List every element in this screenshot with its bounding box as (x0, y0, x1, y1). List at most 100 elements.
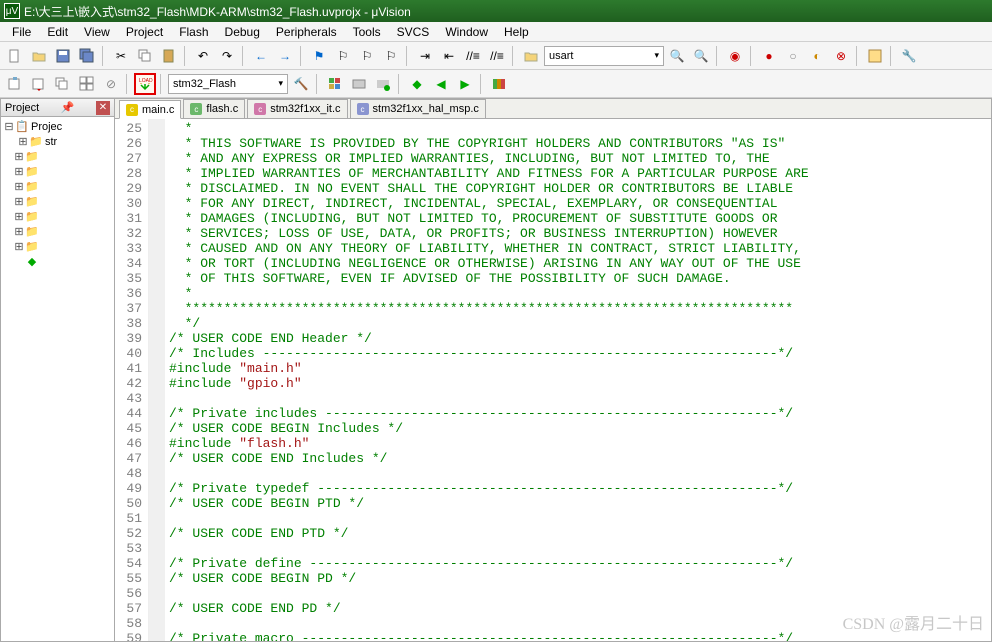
folder-icon: 📁 (29, 136, 43, 148)
books-icon[interactable] (488, 73, 510, 95)
menu-project[interactable]: Project (118, 23, 171, 41)
tree-node[interactable]: ⊞📁 (3, 164, 112, 179)
separator (316, 74, 320, 94)
redo-icon[interactable]: ↷ (216, 45, 238, 67)
save-all-icon[interactable] (76, 45, 98, 67)
project-tree[interactable]: ⊟📋Projec ⊞📁str⊞📁⊞📁⊞📁⊞📁⊞📁⊞📁⊞📁◆ (1, 117, 114, 270)
menu-flash[interactable]: Flash (171, 23, 216, 41)
project-panel: Project 📌 ✕ ⊟📋Projec ⊞📁str⊞📁⊞📁⊞📁⊞📁⊞📁⊞📁⊞📁… (0, 98, 115, 642)
folder-icon: 📁 (25, 211, 39, 223)
menu-tools[interactable]: Tools (345, 23, 389, 41)
download-load-icon[interactable]: LOAD (134, 73, 156, 95)
outdent-icon[interactable]: ⇤ (438, 45, 460, 67)
separator (160, 74, 164, 94)
open-file-icon[interactable] (28, 45, 50, 67)
menu-debug[interactable]: Debug (217, 23, 268, 41)
tree-node[interactable]: ⊞📁str (3, 134, 112, 149)
file-icon: c (190, 103, 202, 115)
breakpoint-disable-icon[interactable]: ◐ (806, 45, 828, 67)
batch-build-icon[interactable] (76, 73, 98, 95)
main-area: Project 📌 ✕ ⊟📋Projec ⊞📁str⊞📁⊞📁⊞📁⊞📁⊞📁⊞📁⊞📁… (0, 98, 992, 642)
tree-node[interactable]: ◆ (3, 254, 112, 268)
breakpoint-enable-icon[interactable]: ○ (782, 45, 804, 67)
separator (512, 46, 516, 66)
options-target-icon[interactable]: 🔨 (290, 73, 312, 95)
uncomment-icon[interactable]: //≡ (486, 45, 508, 67)
nav-back-icon[interactable]: ← (250, 45, 272, 67)
search-combo[interactable]: usart▾ (544, 46, 664, 66)
bookmark-next-icon[interactable]: ⚐ (356, 45, 378, 67)
debug-icon[interactable]: ◉ (724, 45, 746, 67)
copy-icon[interactable] (134, 45, 156, 67)
menu-window[interactable]: Window (437, 23, 496, 41)
nav-forward-icon[interactable]: → (274, 45, 296, 67)
bookmark-toggle-icon[interactable]: ⚑ (308, 45, 330, 67)
window-layout-icon[interactable] (864, 45, 886, 67)
cut-icon[interactable]: ✂ (110, 45, 132, 67)
configure-icon[interactable]: 🔧 (898, 45, 920, 67)
panel-pin-icon[interactable]: 📌 (61, 101, 75, 114)
tree-node[interactable]: ⊞📁 (3, 224, 112, 239)
manage-rt-env-icon[interactable] (324, 73, 346, 95)
folder-icon: 📁 (25, 196, 39, 208)
separator (406, 46, 410, 66)
file-tab[interactable]: cmain.c (119, 100, 181, 119)
menu-peripherals[interactable]: Peripherals (268, 23, 345, 41)
breakpoint-kill-icon[interactable]: ⊗ (830, 45, 852, 67)
tree-root[interactable]: ⊟📋Projec (3, 119, 112, 134)
menu-svcs[interactable]: SVCS (389, 23, 438, 41)
file-icon: c (357, 103, 369, 115)
new-file-icon[interactable] (4, 45, 26, 67)
bookmark-clear-icon[interactable]: ⚐ (380, 45, 402, 67)
select-pack-icon[interactable] (348, 73, 370, 95)
find-icon[interactable]: 🔍 (666, 45, 688, 67)
menu-view[interactable]: View (76, 23, 118, 41)
comment-icon[interactable]: //≡ (462, 45, 484, 67)
tab-label: main.c (142, 104, 174, 116)
tree-node[interactable]: ⊞📁 (3, 194, 112, 209)
rebuild-icon[interactable] (52, 73, 74, 95)
nav-green-fwd-icon[interactable]: ▶ (454, 73, 476, 95)
tree-label: str (45, 136, 57, 148)
tree-node[interactable]: ⊞📁 (3, 179, 112, 194)
separator (480, 74, 484, 94)
file-tab[interactable]: cstm32f1xx_it.c (247, 99, 347, 118)
file-tab[interactable]: c flash.c (183, 99, 245, 118)
bookmark-prev-icon[interactable]: ⚐ (332, 45, 354, 67)
separator (716, 46, 720, 66)
find-in-files-icon[interactable] (520, 45, 542, 67)
chevron-down-icon: ▾ (654, 50, 659, 61)
file-tab[interactable]: cstm32f1xx_hal_msp.c (350, 99, 486, 118)
paste-icon[interactable] (158, 45, 180, 67)
nav-green-left-icon[interactable]: ◆ (406, 73, 428, 95)
source-text[interactable]: * * THIS SOFTWARE IS PROVIDED BY THE COP… (165, 119, 991, 641)
fold-margin[interactable] (149, 119, 165, 641)
build-icon[interactable] (28, 73, 50, 95)
target-combo[interactable]: stm32_Flash▾ (168, 74, 288, 94)
undo-icon[interactable]: ↶ (192, 45, 214, 67)
tree-node[interactable]: ⊞📁 (3, 209, 112, 224)
translate-icon[interactable] (4, 73, 26, 95)
breakpoint-insert-icon[interactable]: ● (758, 45, 780, 67)
menu-file[interactable]: File (4, 23, 39, 41)
menu-help[interactable]: Help (496, 23, 537, 41)
save-icon[interactable] (52, 45, 74, 67)
panel-close-icon[interactable]: ✕ (96, 101, 110, 115)
incremental-find-icon[interactable]: 🔍 (690, 45, 712, 67)
code-area[interactable]: 2526272829303132333435363738394041424344… (115, 119, 991, 641)
chevron-down-icon: ▾ (278, 78, 283, 89)
tree-node[interactable]: ⊞📁 (3, 239, 112, 254)
panel-header: Project 📌 ✕ (1, 99, 114, 117)
app-icon: μV (4, 3, 20, 19)
tree-node[interactable]: ⊞📁 (3, 149, 112, 164)
indent-icon[interactable]: ⇥ (414, 45, 436, 67)
stop-build-icon[interactable]: ⊘ (100, 73, 122, 95)
pack-installer-icon[interactable] (372, 73, 394, 95)
nav-green-back-icon[interactable]: ◀ (430, 73, 452, 95)
separator (300, 46, 304, 66)
separator (184, 46, 188, 66)
tab-label: flash.c (206, 103, 238, 115)
window-title: E:\大三上\嵌入式\stm32_Flash\MDK-ARM\stm32_Fla… (24, 3, 411, 20)
menu-edit[interactable]: Edit (39, 23, 76, 41)
separator (750, 46, 754, 66)
